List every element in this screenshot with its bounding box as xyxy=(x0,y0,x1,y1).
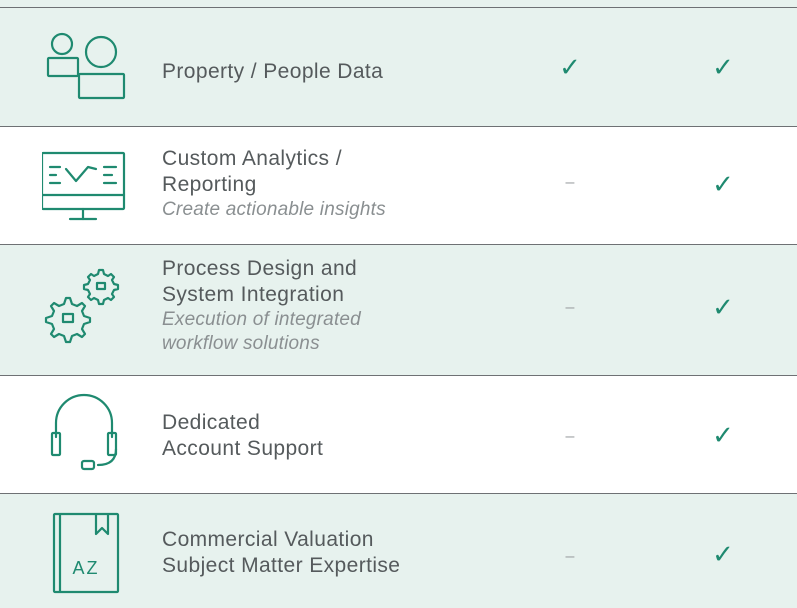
plan-1-cell: – xyxy=(550,428,590,446)
plan-1-cell: – xyxy=(550,174,590,192)
row-title-line: Account Support xyxy=(162,437,324,460)
plan-2-cell: ✓ xyxy=(703,293,743,323)
row-divider xyxy=(0,7,797,8)
row-title-line: Dedicated xyxy=(162,411,261,434)
row-text: Custom Analytics / Reporting Create acti… xyxy=(162,146,492,222)
row-title-line: Process Design and xyxy=(162,257,358,280)
plan-2-cell: ✓ xyxy=(703,540,743,570)
check-icon: ✓ xyxy=(712,53,734,83)
plan-2-cell: ✓ xyxy=(703,421,743,451)
check-icon: ✓ xyxy=(559,53,581,83)
az-book-label: AZ xyxy=(72,558,99,578)
check-icon: ✓ xyxy=(712,293,734,323)
check-icon: ✓ xyxy=(712,540,734,570)
dash-icon: – xyxy=(565,548,575,565)
dash-icon: – xyxy=(565,428,575,445)
plan-1-cell: ✓ xyxy=(550,53,590,83)
row-subtitle: Create actionable insights xyxy=(162,199,386,220)
row-text: Process Design and System Integration Ex… xyxy=(162,256,492,356)
plan-2-cell: ✓ xyxy=(703,170,743,200)
row-title-line: Reporting xyxy=(162,173,257,196)
plan-2-cell: ✓ xyxy=(703,53,743,83)
row-text: Dedicated Account Support xyxy=(162,410,492,462)
row-title-line: System Integration xyxy=(162,283,345,306)
row-divider xyxy=(0,375,797,376)
plan-1-cell: – xyxy=(550,548,590,566)
check-icon: ✓ xyxy=(712,421,734,451)
plan-1-cell: – xyxy=(550,299,590,317)
people-data-icon xyxy=(42,24,126,108)
dash-icon: – xyxy=(565,299,575,316)
row-title-line: Custom Analytics / xyxy=(162,147,342,170)
row-title-line: Subject Matter Expertise xyxy=(162,554,401,577)
row-subtitle-line: workflow solutions xyxy=(162,333,320,354)
row-title: Property / People Data xyxy=(162,60,384,83)
check-icon: ✓ xyxy=(712,170,734,200)
row-text: Commercial Valuation Subject Matter Expe… xyxy=(162,527,492,579)
row-divider xyxy=(0,126,797,127)
dash-icon: – xyxy=(565,174,575,191)
row-text: Property / People Data xyxy=(162,59,492,85)
gears-icon xyxy=(42,262,126,346)
az-book-icon: AZ xyxy=(42,510,126,594)
row-divider xyxy=(0,493,797,494)
row-subtitle-line: Execution of integrated xyxy=(162,309,361,330)
headset-icon xyxy=(42,389,126,473)
row-divider xyxy=(0,244,797,245)
analytics-monitor-icon xyxy=(42,143,126,227)
row-title-line: Commercial Valuation xyxy=(162,528,374,551)
feature-comparison-table: Property / People Data ✓ ✓ Custom Analyt… xyxy=(0,0,797,608)
